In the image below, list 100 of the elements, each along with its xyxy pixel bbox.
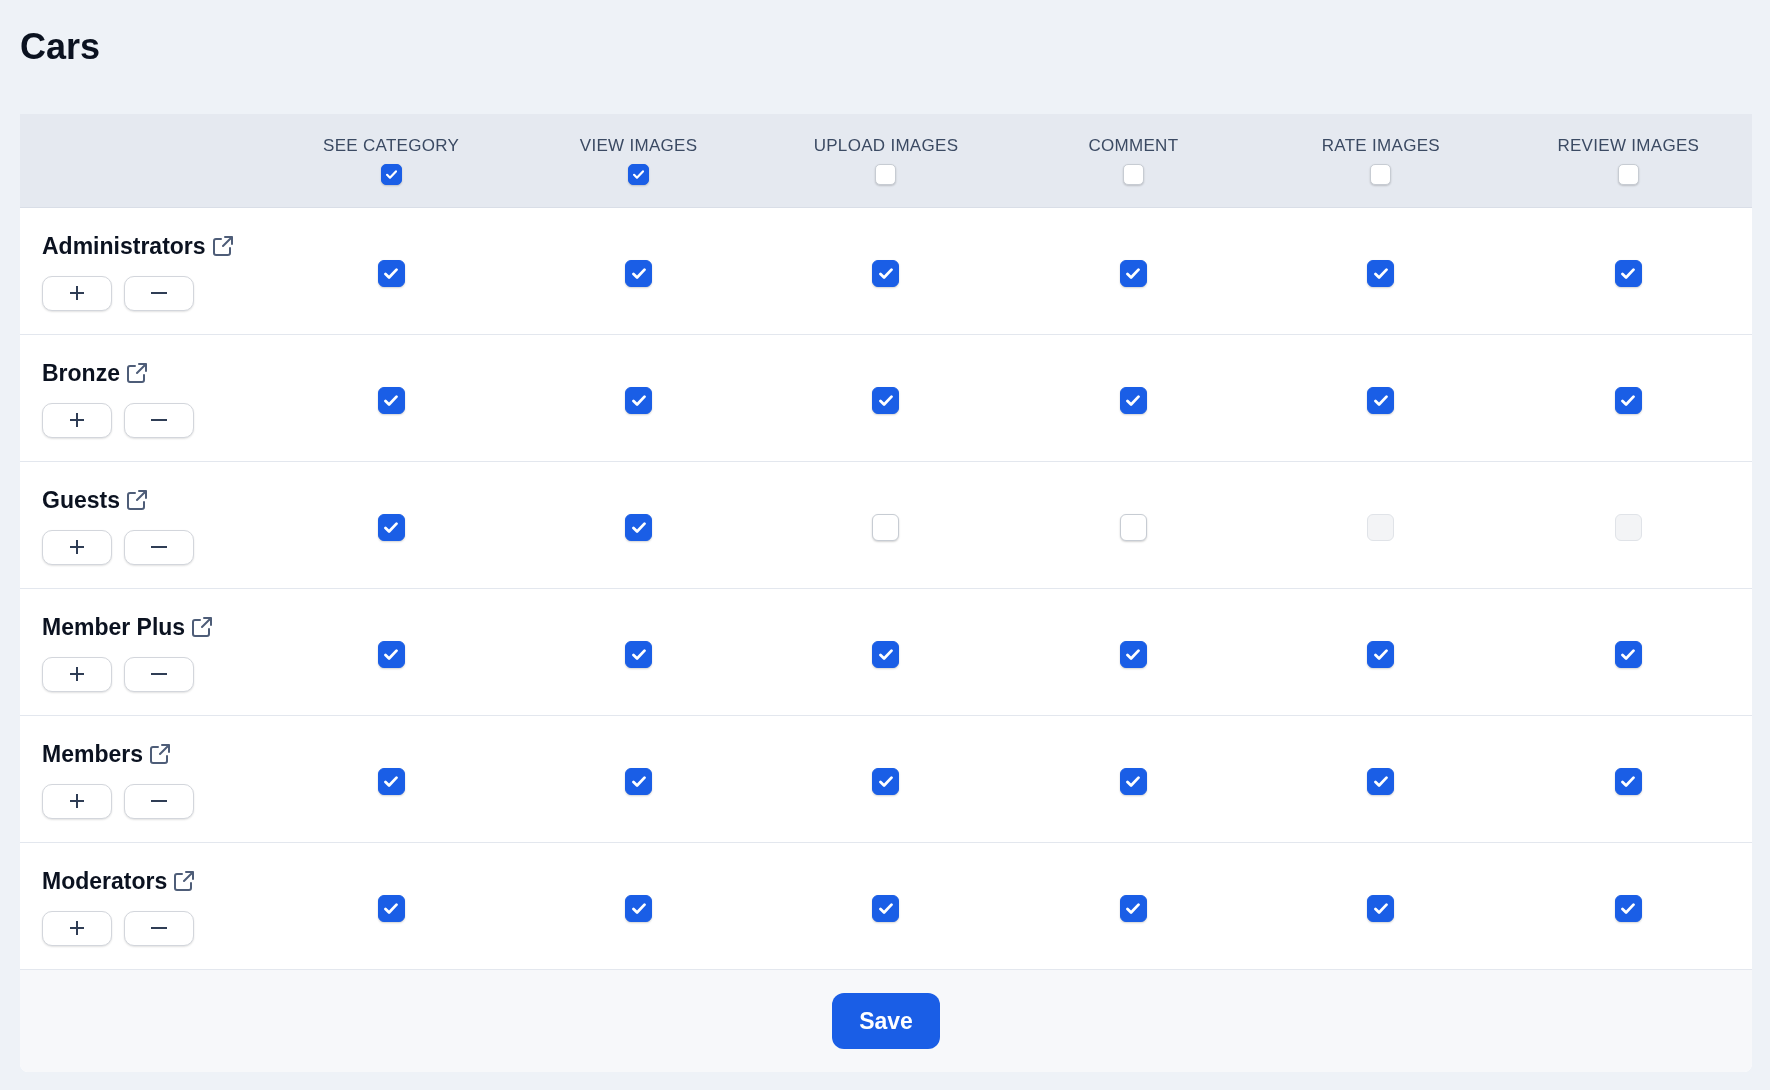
checkbox[interactable] bbox=[1119, 767, 1147, 795]
check-icon bbox=[631, 267, 646, 279]
external-link-icon[interactable] bbox=[192, 616, 213, 637]
external-link-icon[interactable] bbox=[150, 743, 170, 764]
check-icon bbox=[631, 648, 646, 660]
check-icon bbox=[384, 394, 399, 406]
check-icon bbox=[1621, 775, 1636, 787]
checkbox[interactable] bbox=[872, 894, 900, 922]
group-name: Guests bbox=[42, 485, 120, 514]
checkbox[interactable] bbox=[872, 640, 900, 668]
add-button[interactable] bbox=[42, 783, 112, 819]
checkbox[interactable] bbox=[377, 640, 405, 668]
column-header: VIEW IMAGES bbox=[579, 136, 698, 156]
checkbox[interactable] bbox=[1119, 386, 1147, 414]
checkbox[interactable] bbox=[1367, 767, 1395, 795]
checkbox[interactable] bbox=[1367, 640, 1395, 668]
checkbox[interactable] bbox=[625, 259, 653, 287]
group-name: Bronze bbox=[42, 358, 120, 387]
add-button[interactable] bbox=[42, 910, 112, 946]
checkbox[interactable] bbox=[1614, 894, 1642, 922]
check-icon bbox=[631, 902, 646, 914]
checkbox[interactable] bbox=[625, 767, 653, 795]
checkbox[interactable] bbox=[1614, 767, 1642, 795]
checkbox[interactable] bbox=[377, 513, 405, 541]
plus-icon bbox=[69, 539, 85, 555]
add-button[interactable] bbox=[42, 275, 112, 311]
check-icon bbox=[879, 394, 893, 406]
checkbox[interactable] bbox=[380, 164, 402, 185]
external-link-icon[interactable] bbox=[127, 489, 147, 510]
group-name: Administrators bbox=[42, 231, 206, 260]
check-icon bbox=[384, 775, 399, 787]
plus-icon bbox=[69, 412, 85, 428]
check-icon bbox=[1373, 648, 1388, 660]
check-icon bbox=[1621, 902, 1636, 914]
checkbox[interactable] bbox=[628, 164, 650, 185]
column-header: COMMENT bbox=[1088, 136, 1179, 156]
column-header: SEE CATEGORY bbox=[323, 136, 460, 156]
page-title: Cars bbox=[20, 29, 101, 65]
check-icon bbox=[879, 648, 893, 660]
check-icon bbox=[1621, 267, 1636, 279]
checkbox[interactable] bbox=[377, 767, 405, 795]
check-icon bbox=[1373, 394, 1388, 406]
minus-icon bbox=[151, 546, 167, 548]
plus-icon bbox=[69, 666, 85, 682]
checkbox[interactable] bbox=[1614, 386, 1642, 414]
check-icon bbox=[1126, 775, 1141, 787]
checkbox[interactable] bbox=[1367, 259, 1395, 287]
checkbox[interactable] bbox=[377, 386, 405, 414]
checkbox[interactable] bbox=[872, 767, 900, 795]
checkbox[interactable] bbox=[377, 894, 405, 922]
check-icon bbox=[1373, 902, 1388, 914]
group-name: Moderators bbox=[42, 866, 168, 895]
check-icon bbox=[879, 775, 893, 787]
check-icon bbox=[1621, 648, 1636, 660]
add-button[interactable] bbox=[42, 656, 112, 692]
column-header: RATE IMAGES bbox=[1321, 136, 1440, 156]
add-button[interactable] bbox=[42, 402, 112, 438]
save-button[interactable]: Save bbox=[832, 993, 940, 1049]
add-button[interactable] bbox=[42, 529, 112, 565]
plus-icon bbox=[69, 920, 85, 936]
check-icon bbox=[384, 521, 399, 533]
checkbox[interactable] bbox=[1119, 259, 1147, 287]
check-icon bbox=[1126, 648, 1141, 660]
minus-icon bbox=[151, 800, 167, 802]
checkbox[interactable] bbox=[625, 386, 653, 414]
group-name: Members bbox=[42, 739, 143, 768]
external-link-icon[interactable] bbox=[126, 362, 147, 383]
plus-icon bbox=[69, 285, 85, 301]
check-icon bbox=[384, 902, 399, 914]
check-icon bbox=[633, 170, 645, 179]
check-icon bbox=[1126, 394, 1141, 406]
check-icon bbox=[385, 170, 397, 179]
checkbox[interactable] bbox=[377, 259, 405, 287]
checkbox[interactable] bbox=[625, 513, 653, 541]
check-icon bbox=[1126, 267, 1141, 279]
check-icon bbox=[384, 267, 399, 279]
minus-icon bbox=[151, 927, 167, 929]
external-link-icon[interactable] bbox=[174, 870, 195, 891]
check-icon bbox=[631, 521, 646, 533]
checkbox[interactable] bbox=[1119, 894, 1147, 922]
minus-icon bbox=[151, 419, 167, 421]
checkbox[interactable] bbox=[625, 640, 653, 668]
checkbox[interactable] bbox=[1614, 259, 1642, 287]
checkbox[interactable] bbox=[1119, 640, 1147, 668]
checkbox[interactable] bbox=[872, 386, 900, 414]
column-header: REVIEW IMAGES bbox=[1557, 136, 1700, 156]
group-name: Member Plus bbox=[42, 612, 186, 641]
checkbox[interactable] bbox=[1367, 386, 1395, 414]
check-icon bbox=[631, 775, 646, 787]
checkbox[interactable] bbox=[1367, 894, 1395, 922]
external-link-icon[interactable] bbox=[212, 235, 233, 256]
checkbox[interactable] bbox=[872, 259, 900, 287]
checkbox[interactable] bbox=[625, 894, 653, 922]
check-icon bbox=[631, 394, 646, 406]
check-icon bbox=[1621, 394, 1636, 406]
check-icon bbox=[879, 902, 893, 914]
minus-icon bbox=[151, 292, 167, 294]
minus-icon bbox=[151, 673, 167, 675]
checkbox[interactable] bbox=[1614, 640, 1642, 668]
check-icon bbox=[384, 648, 399, 660]
